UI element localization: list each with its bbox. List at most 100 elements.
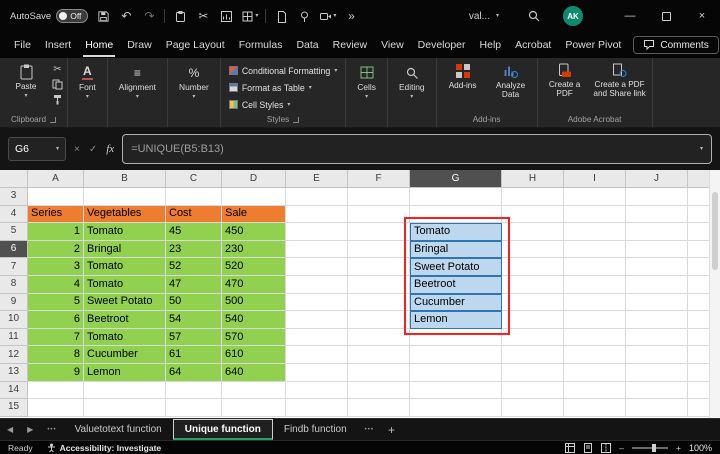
cell-C7[interactable]: 52	[166, 258, 222, 276]
cell-A7[interactable]: 3	[28, 258, 84, 276]
cell-C8[interactable]: 47	[166, 275, 222, 294]
cell-F4[interactable]	[348, 205, 410, 224]
select-all-button[interactable]	[0, 170, 28, 188]
column-header-G[interactable]: G	[410, 170, 502, 188]
cell-G6[interactable]: Bringal	[410, 240, 502, 259]
cell-D7[interactable]: 520	[222, 258, 286, 276]
cell-B5[interactable]: Tomato	[84, 223, 166, 241]
cell-H12[interactable]	[502, 346, 564, 364]
cell-J6[interactable]	[626, 240, 688, 259]
cell-I10[interactable]	[564, 311, 626, 329]
row-header-6[interactable]: 6	[0, 240, 28, 259]
cell-H10[interactable]	[502, 311, 564, 329]
cell-I11[interactable]	[564, 328, 626, 347]
cell-A8[interactable]: 4	[28, 275, 84, 294]
zoom-slider[interactable]	[632, 443, 668, 452]
row-header-4[interactable]: 4	[0, 205, 28, 224]
sheet-tab-unique-function[interactable]: Unique function	[172, 419, 273, 440]
chart-button[interactable]	[218, 5, 234, 27]
cell-A9[interactable]: 5	[28, 293, 84, 312]
cell-G12[interactable]	[410, 346, 502, 364]
cell-J4[interactable]	[626, 205, 688, 224]
cell-E8[interactable]	[286, 275, 348, 294]
sheet-more-right-icon[interactable]: •••	[358, 419, 381, 440]
cell-A15[interactable]	[28, 399, 84, 417]
minimize-button[interactable]: —	[612, 0, 648, 32]
search-box[interactable]: val... ▾	[463, 9, 505, 24]
cell-F8[interactable]	[348, 275, 410, 294]
cell-J14[interactable]	[626, 381, 688, 400]
cell-I9[interactable]	[564, 293, 626, 312]
zoom-out-button[interactable]: –	[619, 443, 624, 453]
copy-button[interactable]	[52, 79, 63, 90]
cell-H13[interactable]	[502, 363, 564, 382]
cell-E6[interactable]	[286, 240, 348, 259]
cell-E7[interactable]	[286, 258, 348, 276]
row-header-15[interactable]: 15	[0, 399, 28, 417]
cell-A11[interactable]: 7	[28, 328, 84, 347]
cell-F7[interactable]	[348, 258, 410, 276]
cell-B13[interactable]: Lemon	[84, 363, 166, 382]
cell-C12[interactable]: 61	[166, 346, 222, 364]
cell-F14[interactable]	[348, 381, 410, 400]
cell-E13[interactable]	[286, 363, 348, 382]
new-sheet-button[interactable]: +	[381, 419, 402, 440]
cell-styles-button[interactable]: Cell Styles ▾	[228, 97, 338, 112]
cell-E14[interactable]	[286, 381, 348, 400]
cell-J10[interactable]	[626, 311, 688, 329]
cell-A13[interactable]: 9	[28, 363, 84, 382]
cell-B6[interactable]: Bringal	[84, 240, 166, 259]
cell-E5[interactable]	[286, 223, 348, 241]
menu-tab-home[interactable]: Home	[83, 34, 116, 57]
cell-E10[interactable]	[286, 311, 348, 329]
zoom-level[interactable]: 100%	[689, 443, 712, 453]
column-header-F[interactable]: F	[348, 170, 410, 188]
cell-G10[interactable]: Lemon	[410, 311, 502, 329]
cell-G9[interactable]: Cucumber	[410, 293, 502, 312]
cell-J12[interactable]	[626, 346, 688, 364]
autosave-switch[interactable]: Off	[56, 9, 89, 23]
accessibility-status[interactable]: Accessibility: Investigate	[47, 443, 161, 453]
cell-F3[interactable]	[348, 188, 410, 206]
row-header-8[interactable]: 8	[0, 275, 28, 294]
cell-J11[interactable]	[626, 328, 688, 347]
cell-B7[interactable]: Tomato	[84, 258, 166, 276]
maximize-button[interactable]	[648, 0, 684, 32]
normal-view-button[interactable]	[565, 442, 576, 453]
sheet-nav-right-icon[interactable]: ▶	[20, 419, 40, 440]
row-header-11[interactable]: 11	[0, 328, 28, 347]
cell-H6[interactable]	[502, 240, 564, 259]
cell-G15[interactable]	[410, 399, 502, 417]
cell-C11[interactable]: 57	[166, 328, 222, 347]
cell-I13[interactable]	[564, 363, 626, 382]
paste-button[interactable]: Paste ▾	[4, 61, 48, 113]
cell-D11[interactable]: 570	[222, 328, 286, 347]
cell-I4[interactable]	[564, 205, 626, 224]
cell-C14[interactable]	[166, 381, 222, 400]
formula-bar-expand-icon[interactable]: ▾	[700, 146, 703, 152]
cell-B10[interactable]: Beetroot	[84, 311, 166, 329]
cell-E15[interactable]	[286, 399, 348, 417]
cell-H7[interactable]	[502, 258, 564, 276]
cell-D13[interactable]: 640	[222, 363, 286, 382]
cell-F11[interactable]	[348, 328, 410, 347]
cell-G3[interactable]	[410, 188, 502, 206]
cell-D15[interactable]	[222, 399, 286, 417]
column-header-I[interactable]: I	[564, 170, 626, 188]
cell-I8[interactable]	[564, 275, 626, 294]
cut-button[interactable]: ✂	[195, 5, 211, 27]
cell-G7[interactable]: Sweet Potato	[410, 258, 502, 276]
cell-G13[interactable]	[410, 363, 502, 382]
cell-C6[interactable]: 23	[166, 240, 222, 259]
cell-D8[interactable]: 470	[222, 275, 286, 294]
cell-D5[interactable]: 450	[222, 223, 286, 241]
cell-J7[interactable]	[626, 258, 688, 276]
row-header-10[interactable]: 10	[0, 311, 28, 329]
cell-C4[interactable]: Cost	[166, 205, 222, 224]
analyze-data-button[interactable]: Analyze Data	[489, 61, 533, 113]
undo-button[interactable]: ↶	[118, 5, 134, 27]
cell-H15[interactable]	[502, 399, 564, 417]
cell-G8[interactable]: Beetroot	[410, 275, 502, 294]
row-header-7[interactable]: 7	[0, 258, 28, 276]
row-header-13[interactable]: 13	[0, 363, 28, 382]
